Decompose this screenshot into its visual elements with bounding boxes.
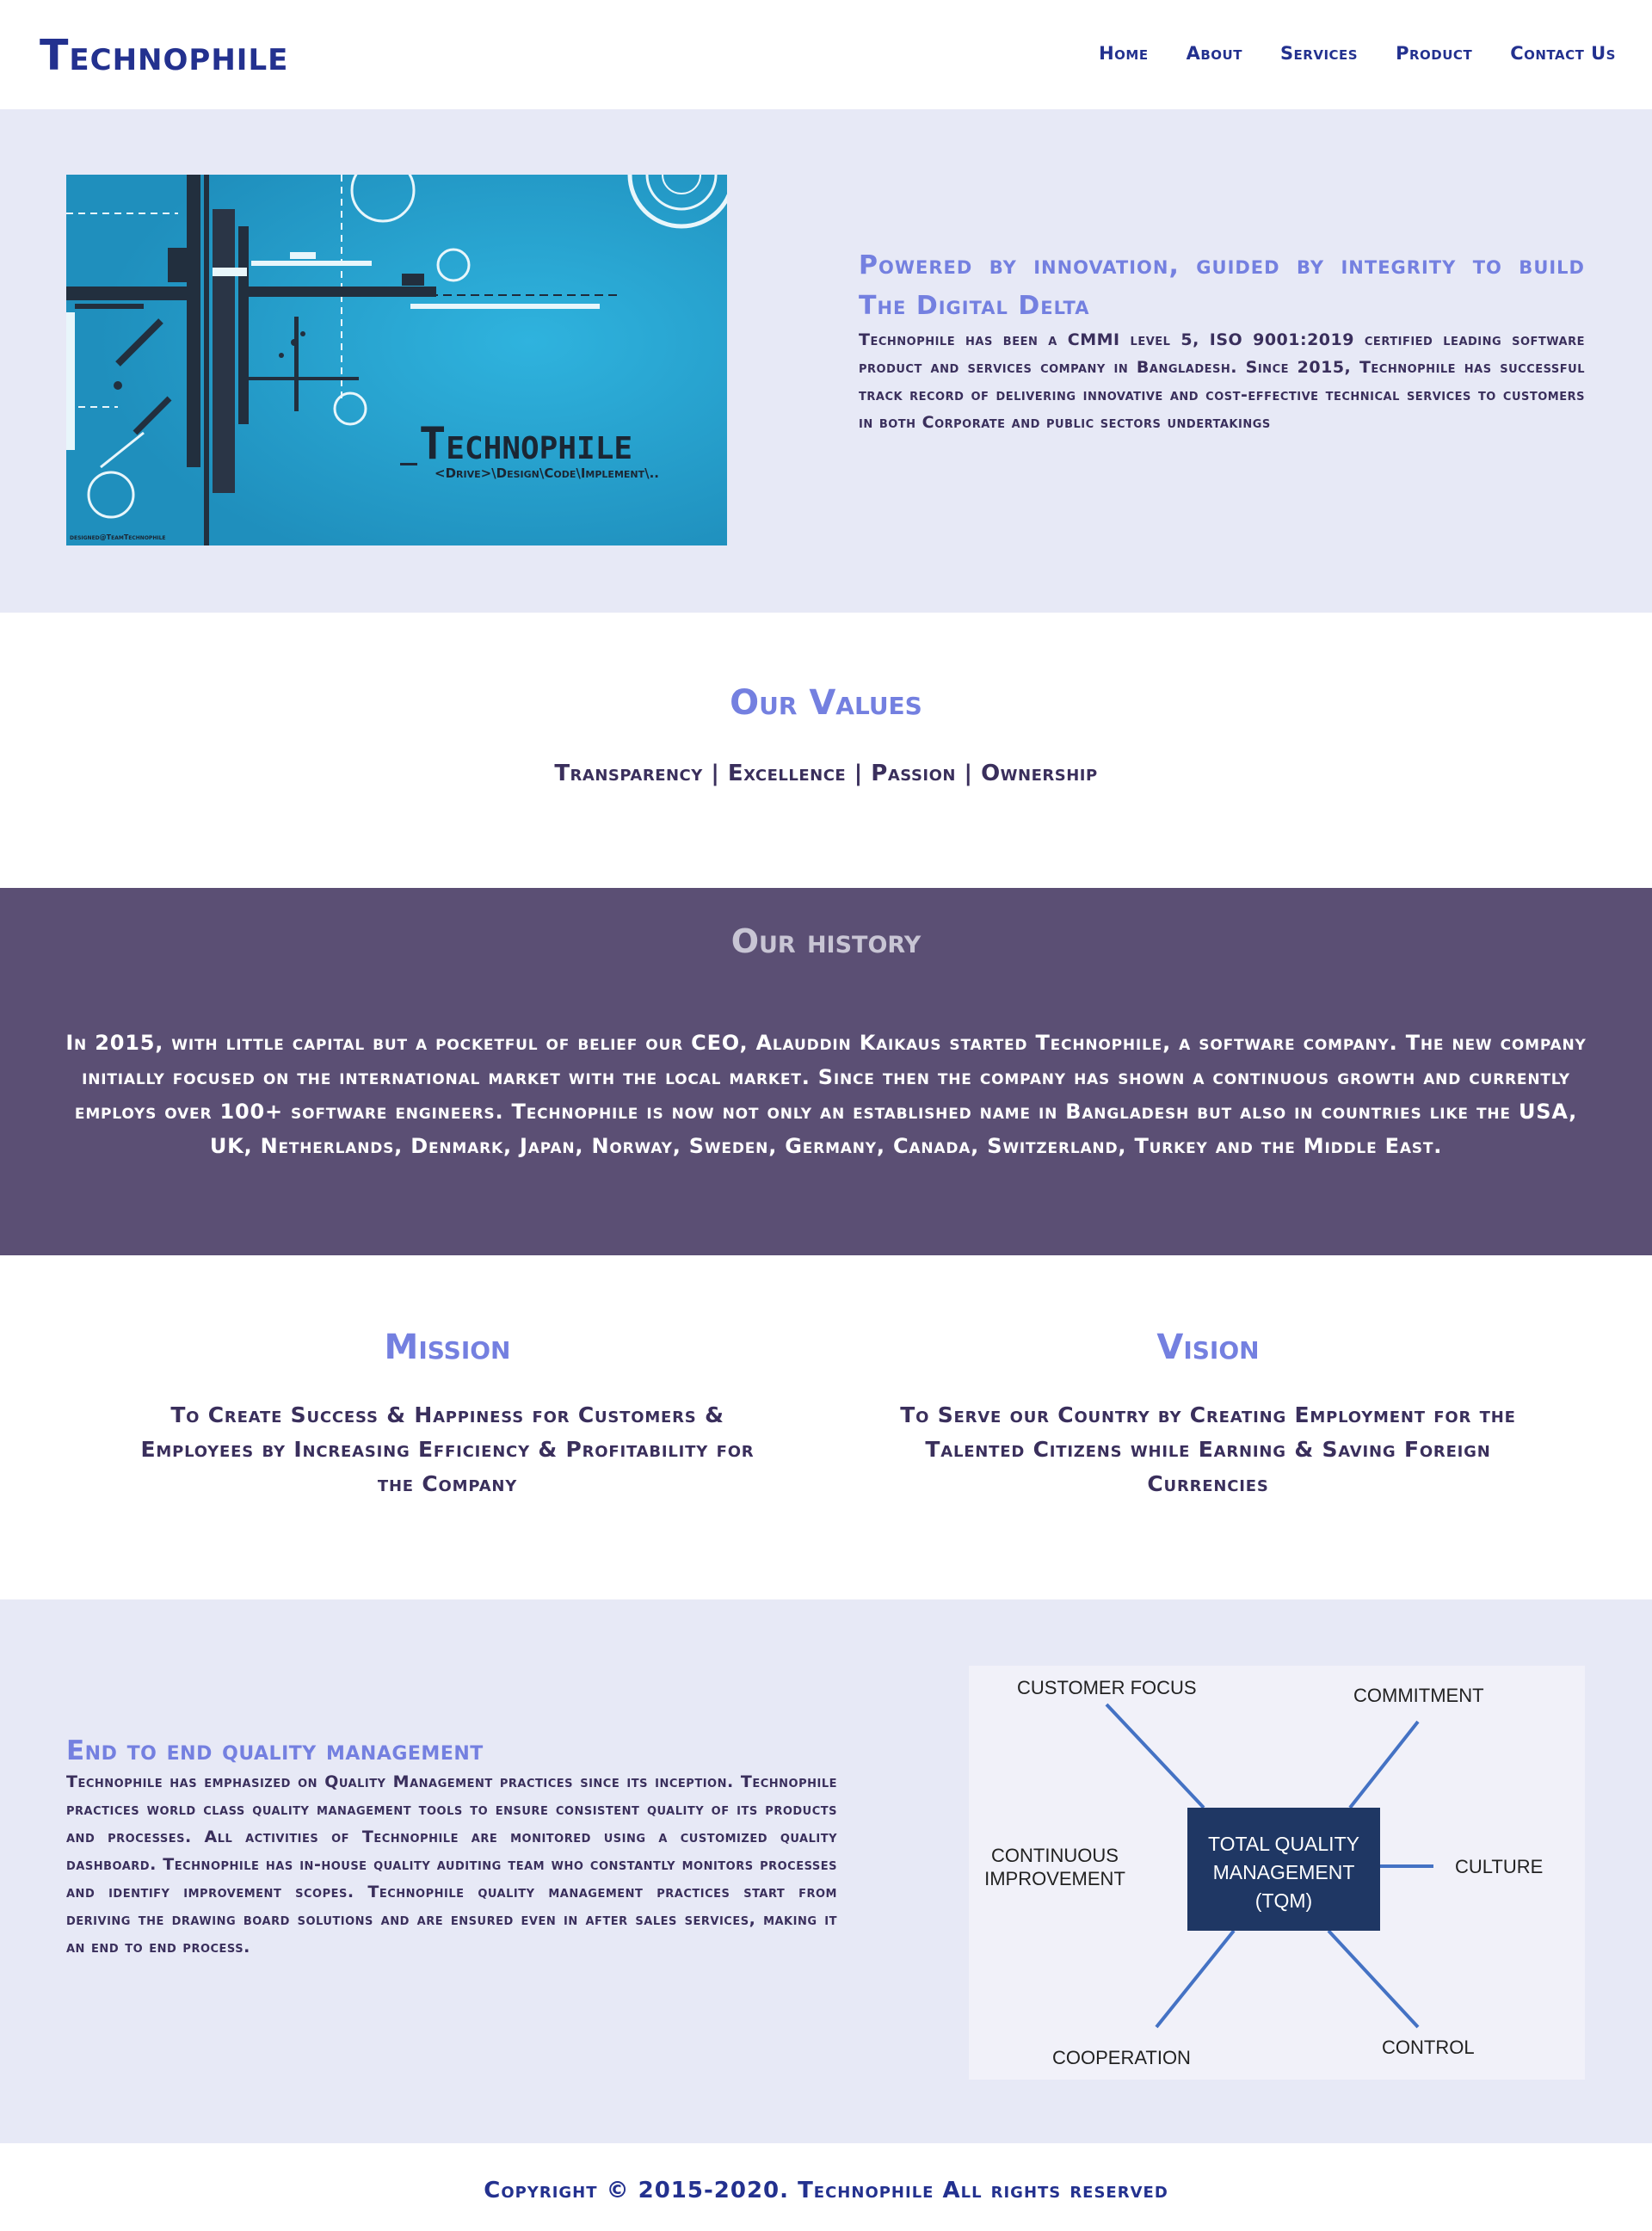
- mission-vision-section: Mission To Create Success & Happiness fo…: [0, 1255, 1652, 1599]
- footer: Copyright © 2015-2020. Technophile All r…: [0, 2143, 1652, 2231]
- tqm-diagram-graphic: TOTAL QUALITY MANAGEMENT (TQM) CUSTOMER …: [984, 1677, 1543, 2068]
- hero-credit-text: designed@TeamTechnophile: [70, 533, 166, 541]
- history-description: In 2015, with little capital but a pocke…: [65, 1031, 1587, 1158]
- spoke-control: [1327, 1929, 1420, 2029]
- label-culture: CULTURE: [1455, 1856, 1543, 1877]
- nav-link-home[interactable]: Home: [1099, 43, 1149, 64]
- spoke-cooperation: [1155, 1929, 1236, 2029]
- history-section: Our history In 2015, with little capital…: [0, 888, 1652, 1255]
- hero-text-block: Powered by innovation, guided by integri…: [859, 245, 1585, 436]
- quality-section: End to end quality management Technophil…: [0, 1599, 1652, 2143]
- tqm-center-line1: TOTAL QUALITY: [1208, 1833, 1359, 1855]
- quality-description: Technophile has emphasized on Quality Ma…: [66, 1772, 837, 1957]
- mission-title: Mission: [384, 1328, 511, 1367]
- hero-description: Technophile has been a CMMI level 5, ISO…: [859, 330, 1585, 432]
- nav-links: Home About Services Product Contact Us: [1099, 43, 1616, 64]
- circuit-graphic: Technophile <Drive>\Design\Code\Implemen…: [66, 175, 727, 545]
- hero-section: Technophile <Drive>\Design\Code\Implemen…: [0, 109, 1652, 613]
- spoke-customer-focus: [1105, 1703, 1205, 1809]
- history-title: Our history: [730, 922, 922, 960]
- values-section: Our Values Transparency | Excellence | P…: [0, 613, 1652, 888]
- hero-brand-text: Technophile: [419, 418, 632, 470]
- nav-link-contact-us[interactable]: Contact Us: [1510, 43, 1616, 64]
- values-title: Our Values: [730, 683, 922, 723]
- nav-link-product[interactable]: Product: [1396, 43, 1472, 64]
- nav-link-services[interactable]: Services: [1280, 43, 1358, 64]
- nav-link-about[interactable]: About: [1187, 43, 1242, 64]
- hero-title: Powered by innovation, guided by integri…: [859, 250, 1585, 321]
- quality-text-block: End to end quality management Technophil…: [66, 1735, 837, 1961]
- quality-title: End to end quality management: [66, 1735, 484, 1766]
- vision-title: Vision: [1156, 1328, 1260, 1367]
- spoke-commitment: [1348, 1720, 1420, 1809]
- label-commitment: COMMITMENT: [1353, 1685, 1484, 1706]
- mission-column: Mission To Create Success & Happiness fo…: [120, 1328, 774, 1501]
- copyright-text: Copyright © 2015-2020. Technophile All r…: [484, 2178, 1168, 2203]
- label-control: CONTROL: [1382, 2037, 1475, 2058]
- hero-tagline-text: <Drive>\Design\Code\Implement\..: [435, 465, 659, 481]
- vision-column: Vision To Serve our Country by Creating …: [881, 1328, 1535, 1501]
- label-continuous-line1: CONTINUOUS: [991, 1845, 1119, 1866]
- label-cooperation: COOPERATION: [1052, 2047, 1191, 2068]
- hero-banner-image: Technophile <Drive>\Design\Code\Implemen…: [66, 175, 727, 545]
- brand-logo[interactable]: Technophile: [40, 31, 288, 80]
- vision-text: To Serve our Country by Creating Employm…: [900, 1402, 1516, 1496]
- tqm-center-line2: MANAGEMENT: [1213, 1861, 1355, 1883]
- top-navbar: Technophile Home About Services Product …: [0, 0, 1652, 109]
- values-list: Transparency | Excellence | Passion | Ow…: [554, 761, 1098, 786]
- tqm-center-line3: (TQM): [1255, 1889, 1312, 1912]
- mission-text: To Create Success & Happiness for Custom…: [140, 1402, 755, 1496]
- label-customer-focus: CUSTOMER FOCUS: [1017, 1677, 1197, 1698]
- label-continuous-line2: IMPROVEMENT: [984, 1868, 1125, 1889]
- tqm-diagram: TOTAL QUALITY MANAGEMENT (TQM) CUSTOMER …: [969, 1666, 1585, 2080]
